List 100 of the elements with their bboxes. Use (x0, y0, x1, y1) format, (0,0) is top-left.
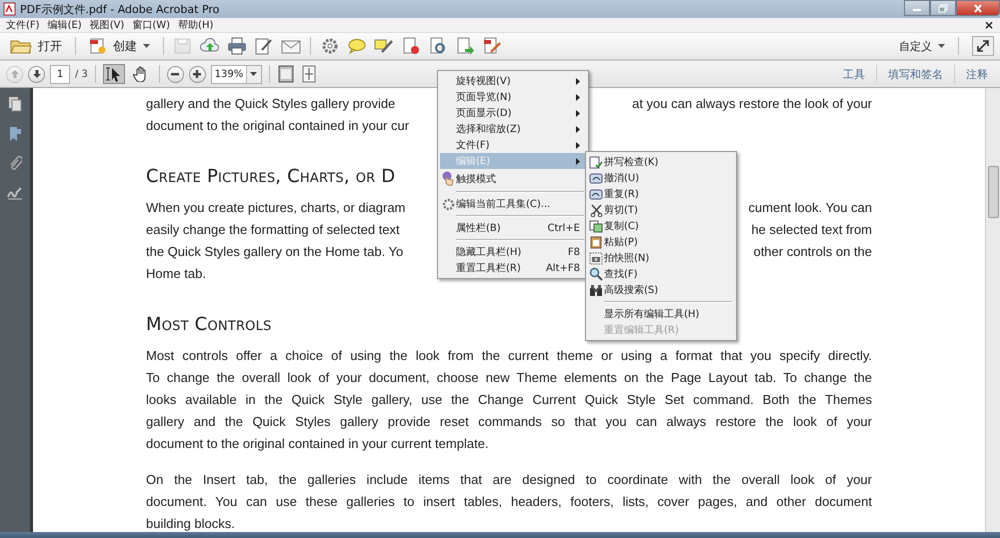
pdf-search-icon[interactable] (428, 37, 448, 55)
text-line: cument look. You can (748, 199, 872, 217)
pdf-icon (3, 2, 16, 16)
down-arrow-icon (32, 69, 42, 79)
camera-icon (589, 252, 603, 264)
text-line: looks available in the Quick Style gallery, use the Change Current Quick Style Set command. Both the Themes (146, 391, 872, 409)
pdf-export-icon[interactable] (455, 37, 475, 55)
menu-item[interactable]: 查找(F) (588, 266, 734, 282)
plus-icon (192, 69, 202, 79)
menu-item[interactable]: 页面导览(N) (440, 89, 586, 105)
window-title: PDF示例文件.pdf - Adobe Acrobat Pro (20, 2, 220, 16)
signature-icon[interactable] (7, 186, 23, 200)
menu-item[interactable]: 属性栏(B) Ctrl+E (440, 220, 586, 236)
text-line: Most controls offer a choice of using the look from the current theme or using a format that you specify directly. (146, 347, 872, 365)
copy-icon (589, 220, 603, 232)
zoom-in-button[interactable] (188, 66, 206, 82)
menu-item[interactable]: 触摸模式 (440, 169, 586, 188)
pdf-edit-icon[interactable] (482, 37, 502, 55)
caret-icon (250, 72, 258, 76)
binoculars-icon (589, 284, 603, 296)
text-line: gallery and the Quick Styles gallery provide (146, 95, 396, 113)
clipboard-icon (590, 235, 602, 249)
menu-item[interactable]: 视图(V) (88, 18, 130, 32)
menu-item[interactable]: 编辑当前工具集(C)... (440, 196, 586, 212)
text-line: gallery and the Quick Styles gallery provide reset commands so that you can always restore the look of your (146, 413, 872, 431)
text-line: other controls on the (753, 243, 872, 261)
text-line: the Quick Styles gallery on the Home tab. Yo (146, 243, 404, 261)
menu-item[interactable]: 高级搜索(S) (588, 282, 734, 298)
fit-width-icon[interactable] (300, 65, 318, 83)
text-line: at you can always restore the look of your (632, 95, 872, 113)
menu-item[interactable]: 页面显示(D) (440, 105, 586, 121)
gear-icon (442, 198, 454, 210)
customize-dropdown[interactable]: 自定义 (895, 38, 949, 54)
menu-item[interactable]: 重复(R) (588, 186, 734, 202)
close-icon (973, 4, 983, 12)
menu-item[interactable]: 拍快照(N) (588, 250, 734, 266)
open-button[interactable]: 打开 (6, 38, 66, 54)
menu-item[interactable]: 窗口(W) (130, 18, 176, 32)
zoom-dropdown[interactable]: 139% (210, 64, 262, 84)
menu-item[interactable]: 编辑(E) (46, 18, 87, 32)
menu-item[interactable]: 帮助(H) (176, 18, 218, 32)
page-number-field[interactable]: 1 (50, 64, 70, 84)
cursor-icon (106, 66, 122, 82)
text-line: document to the original contained in your current template. (146, 435, 489, 453)
menu-item[interactable]: 重置工具栏(R) Alt+F8 (440, 260, 586, 276)
highlight-icon[interactable] (374, 37, 394, 55)
document-check-icon (589, 156, 603, 168)
restore-icon (938, 4, 948, 12)
close-document-button[interactable]: × (984, 19, 1000, 31)
text-line: document. You can use these galleries to insert tables, headers, footers, lists, cover pages, and other document (146, 493, 872, 511)
comment-icon[interactable] (347, 37, 367, 55)
menu-item[interactable]: 拼写检查(K) (588, 154, 734, 170)
menu-item[interactable]: 旋转视图(V) (440, 73, 586, 89)
scroll-thumb[interactable] (988, 166, 999, 218)
caret-icon (143, 44, 150, 48)
new-document-icon (89, 37, 107, 55)
redo-icon (589, 188, 603, 200)
text-line: Home tab. (146, 265, 206, 283)
text-line: building blocks. (146, 515, 235, 532)
menu-item[interactable]: 文件(F) (440, 137, 586, 153)
menu-item[interactable]: 文件(F) (4, 18, 45, 32)
expand-button[interactable] (972, 36, 994, 56)
folder-icon (10, 38, 32, 54)
menu-item[interactable]: 撤消(U) (588, 170, 734, 186)
text-line: he selected text from (751, 221, 872, 239)
pages-icon[interactable] (8, 96, 22, 112)
pdf-remove-icon[interactable] (401, 37, 421, 55)
pane-tab[interactable]: 注释 (960, 66, 994, 82)
up-arrow-icon (10, 69, 20, 79)
caret-icon (938, 44, 945, 48)
menu-item[interactable]: 剪切(T) (588, 202, 734, 218)
fit-page-icon[interactable] (276, 65, 295, 83)
undo-icon (589, 172, 603, 184)
text-line: When you create pictures, charts, or diagram (146, 199, 406, 217)
create-button[interactable]: 创建 (85, 37, 154, 55)
menu-item[interactable]: 显示所有编辑工具(H) (588, 306, 734, 322)
pane-tab[interactable]: 工具 (837, 66, 871, 82)
menu-item[interactable]: 复制(C) (588, 218, 734, 234)
menu-item[interactable]: 粘贴(P) (588, 234, 734, 250)
text-line: On the Insert tab, the galleries include items that are designed to coordinate with the overall look of your (146, 471, 872, 489)
touch-hand-icon (441, 171, 455, 186)
close-button[interactable] (956, 0, 1000, 16)
search-icon (589, 267, 603, 281)
pane-tab[interactable]: 填写和签名 (882, 66, 949, 82)
menu-item[interactable]: 选择和缩放(Z) (440, 121, 586, 137)
menu-item[interactable]: 隐藏工具栏(H) F8 (440, 244, 586, 260)
next-page-button[interactable] (28, 66, 45, 82)
select-tool-button[interactable] (102, 64, 125, 84)
print-icon[interactable] (227, 37, 247, 55)
gear-icon[interactable] (320, 37, 340, 55)
section-heading: Create Pictures, Charts, or D (146, 165, 396, 189)
zoom-out-button[interactable] (166, 66, 184, 82)
restore-button[interactable] (930, 0, 956, 16)
sign-icon[interactable] (254, 37, 274, 55)
bookmark-icon[interactable] (8, 126, 22, 142)
vertical-scrollbar[interactable] (985, 88, 1000, 532)
minimize-button[interactable] (904, 0, 930, 16)
paperclip-icon[interactable] (8, 156, 22, 172)
scissors-icon (590, 204, 602, 216)
expand-icon (977, 40, 989, 52)
